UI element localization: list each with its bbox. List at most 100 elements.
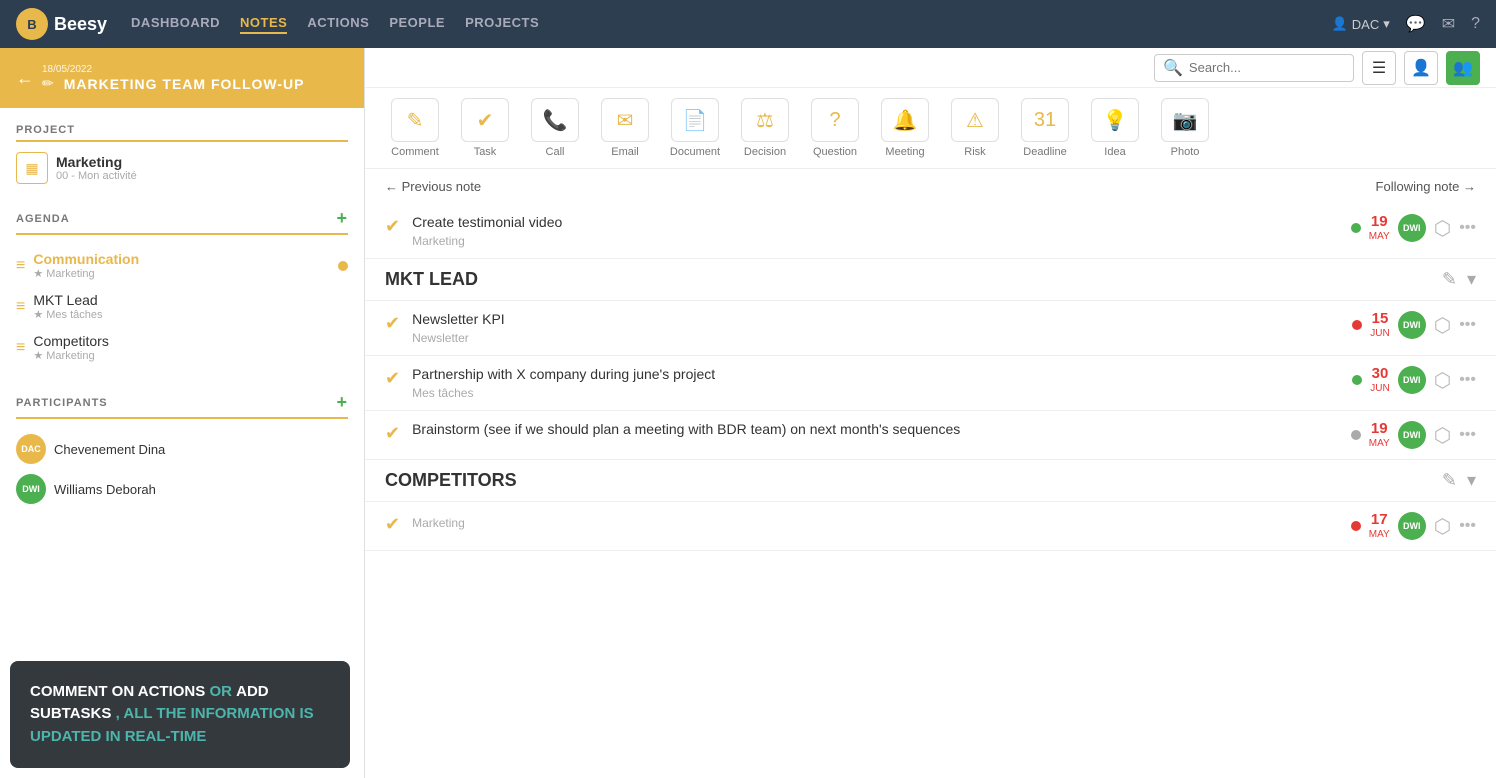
nav-projects[interactable]: PROJECTS: [465, 15, 539, 34]
toolbar-call[interactable]: 📞 Call: [525, 98, 585, 158]
edit-section-icon[interactable]: ✎: [1442, 269, 1457, 290]
agenda-section-title: AGENDA +: [16, 208, 348, 235]
email-icon: ✉: [601, 98, 649, 142]
page-header: ← 18/05/2022 ✏ MARKETING TEAM FOLLOW-UP: [0, 48, 364, 108]
avatar: DWI: [1398, 214, 1426, 242]
nav-people[interactable]: PEOPLE: [389, 15, 445, 34]
more-button[interactable]: •••: [1459, 517, 1476, 535]
toolbar-meeting[interactable]: 🔔 Meeting: [875, 98, 935, 158]
note-item-brainstorm: ✔ Brainstorm (see if we should plan a me…: [365, 411, 1496, 460]
user-view-button[interactable]: 👤: [1404, 51, 1438, 85]
mail-icon[interactable]: ✉: [1442, 14, 1455, 34]
risk-icon: ⚠: [951, 98, 999, 142]
photo-icon: 📷: [1161, 98, 1209, 142]
note-title: Create testimonial video: [412, 214, 1339, 230]
section-actions: ✎ ▾: [1442, 470, 1476, 491]
note-body: Partnership with X company during june's…: [412, 366, 1340, 400]
more-button[interactable]: •••: [1459, 219, 1476, 237]
photo-label: Photo: [1171, 146, 1200, 158]
search-input[interactable]: [1189, 60, 1345, 75]
comment-icon: ✎: [391, 98, 439, 142]
toolbar-question[interactable]: ? Question: [805, 98, 865, 158]
project-icon: ▦: [16, 152, 48, 184]
nav-actions[interactable]: ACTIONS: [307, 15, 369, 34]
add-participant-button[interactable]: +: [336, 392, 348, 413]
task-item-icon: ✔: [385, 216, 400, 237]
help-icon[interactable]: ?: [1471, 15, 1480, 33]
prev-note-link[interactable]: ← Previous note: [385, 179, 481, 194]
agenda-item-sub: ★ Marketing: [33, 349, 348, 362]
agenda-item-name: MKT Lead: [33, 292, 348, 308]
tooltip-text1: COMMENT ON ACTIONS: [30, 683, 205, 700]
status-dot: [1351, 521, 1361, 531]
back-button[interactable]: ←: [16, 68, 34, 89]
status-dot: [1351, 223, 1361, 233]
hex-icon: ⬡: [1434, 216, 1451, 241]
page-date: 18/05/2022: [42, 64, 348, 75]
content-area: 🔍 ☰ 👤 👥 ✎ Comment ✔ Task 📞 Call ✉: [365, 48, 1496, 778]
note-sub: Newsletter: [412, 331, 1340, 345]
edit-section-icon[interactable]: ✎: [1442, 470, 1457, 491]
participant-dac[interactable]: DAC Chevenement Dina: [16, 429, 348, 469]
agenda-item-mktlead[interactable]: ≡ MKT Lead ★ Mes tâches: [16, 286, 348, 327]
question-label: Question: [813, 146, 857, 158]
toolbar-task[interactable]: ✔ Task: [455, 98, 515, 158]
section-header-mktlead: MKT LEAD ✎ ▾: [365, 259, 1496, 301]
chevron-down-icon: ▾: [1383, 16, 1390, 32]
collapse-icon[interactable]: ▾: [1467, 269, 1476, 290]
note-sub: Marketing: [412, 234, 1339, 248]
collapse-icon[interactable]: ▾: [1467, 470, 1476, 491]
note-body: Brainstorm (see if we should plan a meet…: [412, 421, 1339, 441]
hex-icon: ⬡: [1434, 313, 1451, 338]
more-button[interactable]: •••: [1459, 371, 1476, 389]
user-badge[interactable]: 👤 DAC ▾: [1332, 16, 1390, 32]
top-nav: B Beesy DASHBOARD NOTES ACTIONS PEOPLE P…: [0, 0, 1496, 48]
toolbar-deadline[interactable]: 31 Deadline: [1015, 98, 1075, 158]
nav-notes[interactable]: NOTES: [240, 15, 287, 34]
project-sub: 00 - Mon activité: [56, 170, 137, 182]
toolbar-comment[interactable]: ✎ Comment: [385, 98, 445, 158]
next-note-link[interactable]: Following note →: [1376, 179, 1476, 194]
project-name: Marketing: [56, 154, 137, 170]
note-item-newsletter: ✔ Newsletter KPI Newsletter 15 JUN DWI ⬡…: [365, 301, 1496, 356]
deadline-icon: 31: [1021, 98, 1069, 142]
agenda-item-name: Communication: [33, 251, 330, 267]
toolbar-risk[interactable]: ⚠ Risk: [945, 98, 1005, 158]
note-item-competitors: ✔ Marketing 17 MAY DWI ⬡ •••: [365, 502, 1496, 551]
page-title-area: 18/05/2022 ✏ MARKETING TEAM FOLLOW-UP: [42, 64, 348, 92]
more-button[interactable]: •••: [1459, 426, 1476, 444]
list-view-button[interactable]: ☰: [1362, 51, 1396, 85]
nav-dashboard[interactable]: DASHBOARD: [131, 15, 220, 34]
participant-dwi[interactable]: DWI Williams Deborah: [16, 469, 348, 509]
add-view-button[interactable]: 👥: [1446, 51, 1480, 85]
more-button[interactable]: •••: [1459, 316, 1476, 334]
agenda-item-communication[interactable]: ≡ Communication ★ Marketing: [16, 245, 348, 286]
document-label: Document: [670, 146, 720, 158]
note-body: Create testimonial video Marketing: [412, 214, 1339, 248]
avatar: DWI: [1398, 421, 1426, 449]
toolbar-decision[interactable]: ⚖ Decision: [735, 98, 795, 158]
date-month: JUN: [1370, 383, 1389, 394]
note-meta: 30 JUN DWI ⬡ •••: [1352, 366, 1476, 394]
chat-icon[interactable]: 💬: [1406, 14, 1426, 34]
date-badge: 17 MAY: [1369, 512, 1390, 540]
note-item-testimonial: ✔ Create testimonial video Marketing 19 …: [365, 204, 1496, 259]
task-item-icon: ✔: [385, 313, 400, 334]
logo-icon: B: [16, 8, 48, 40]
agenda-item-sub: ★ Mes tâches: [33, 308, 348, 321]
note-meta: 15 JUN DWI ⬡ •••: [1352, 311, 1476, 339]
call-label: Call: [546, 146, 565, 158]
project-item[interactable]: ▦ Marketing 00 - Mon activité: [16, 152, 348, 184]
toolbar-idea[interactable]: 💡 Idea: [1085, 98, 1145, 158]
participant-name-dac: Chevenement Dina: [54, 442, 165, 457]
note-sub: Marketing: [412, 516, 1339, 530]
add-agenda-button[interactable]: +: [336, 208, 348, 229]
note-title: Partnership with X company during june's…: [412, 366, 1340, 382]
section-actions: ✎ ▾: [1442, 269, 1476, 290]
toolbar-photo[interactable]: 📷 Photo: [1155, 98, 1215, 158]
date-day: 19: [1369, 421, 1390, 438]
agenda-item-competitors[interactable]: ≡ Competitors ★ Marketing: [16, 327, 348, 368]
date-badge: 19 MAY: [1369, 214, 1390, 242]
toolbar-document[interactable]: 📄 Document: [665, 98, 725, 158]
toolbar-email[interactable]: ✉ Email: [595, 98, 655, 158]
